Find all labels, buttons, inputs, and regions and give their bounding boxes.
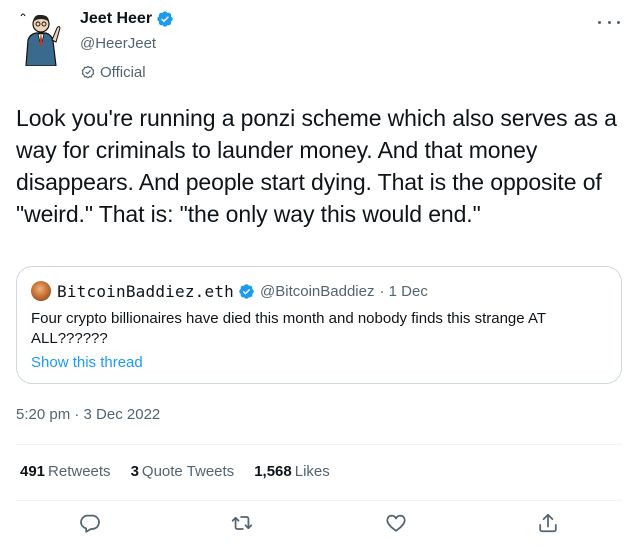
quoted-author-avatar [31,281,51,301]
retweet-button[interactable] [231,512,255,536]
share-button[interactable] [537,512,561,536]
reply-button[interactable] [79,512,103,536]
show-thread-link[interactable]: Show this thread [31,354,143,371]
author-avatar[interactable] [16,10,64,67]
avatar-illustration-icon [20,13,61,67]
action-bar [0,512,640,538]
likes-stat[interactable]: 1,568 Likes [254,463,330,480]
like-button[interactable] [385,512,409,536]
reply-icon [80,514,100,533]
more-options-icon[interactable] [598,14,620,30]
retweets-label: Retweets [48,463,111,480]
quote-tweets-stat[interactable]: 3 Quote Tweets [131,463,235,480]
quote-tweets-label: Quote Tweets [141,463,235,480]
likes-count: 1,568 [254,463,292,480]
verified-badge-icon [239,283,254,299]
likes-label: Likes [294,463,330,480]
quoted-author-handle: @BitcoinBaddiez [260,282,375,300]
official-label: Official [100,63,146,81]
author-handle[interactable]: @HeerJeet [80,35,174,55]
heart-icon [386,514,406,532]
quoted-tweet-text: Four crypto billionaires have died this … [31,310,546,347]
quoted-tweet-header: BitcoinBaddiez.eth @BitcoinBaddiez · 1 D… [31,280,428,302]
share-icon [539,513,557,533]
verified-badge-icon [157,11,173,27]
tweet-timestamp[interactable]: 5:20 pm · 3 Dec 2022 [16,406,160,423]
official-check-icon [81,65,95,79]
retweet-icon [231,516,253,530]
retweets-count: 491 [20,463,46,480]
author-block: Jeet Heer @HeerJeet Official [80,8,174,83]
tweet-text: Look you're running a ponzi scheme which… [16,105,617,227]
tweet: Jeet Heer @HeerJeet Official Look you're… [0,0,640,552]
quoted-tweet-date: · 1 Dec [379,282,428,300]
quoted-author-name: BitcoinBaddiez.eth [57,281,234,301]
divider [16,444,622,445]
quoted-tweet-card[interactable]: BitcoinBaddiez.eth @BitcoinBaddiez · 1 D… [16,266,622,384]
divider [16,500,622,501]
official-label-row: Official [80,61,174,83]
retweets-stat[interactable]: 491 Retweets [20,463,111,480]
author-name[interactable]: Jeet Heer [80,10,152,28]
quote-tweets-count: 3 [130,463,139,480]
name-row: Jeet Heer [80,8,174,30]
engagement-stats: 491 Retweets 3 Quote Tweets 1,568 Likes [20,463,350,480]
